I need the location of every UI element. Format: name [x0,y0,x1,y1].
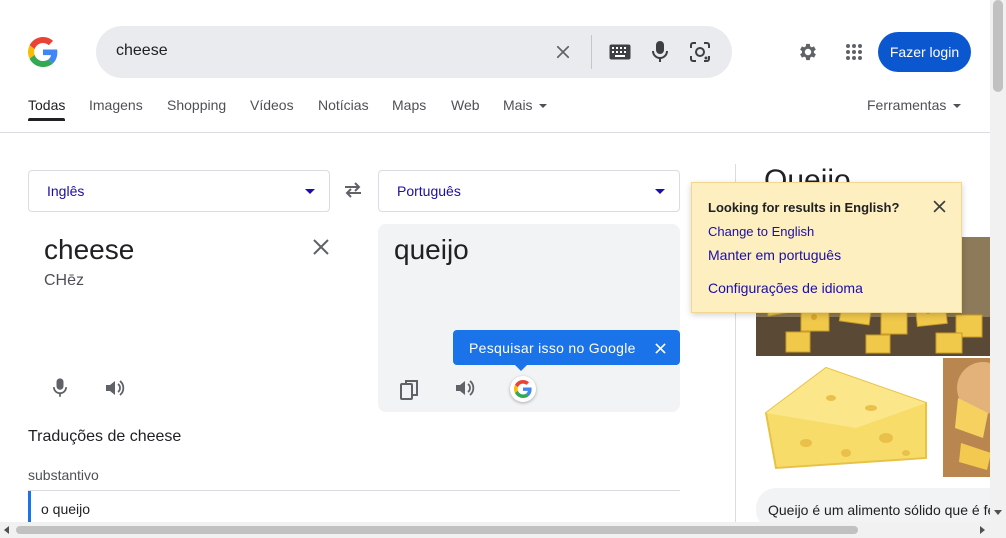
snippet-text: Queijo é um alimento sólido que é fe [768,502,996,518]
keyboard-icon[interactable] [608,40,632,64]
part-of-speech: substantivo [28,467,99,483]
tab-all[interactable]: Todas [28,97,65,113]
tooltip-text: Pesquisar isso no Google [469,340,636,356]
target-dropdown-caret-icon [655,189,665,194]
search-bar[interactable] [96,26,732,78]
search-on-google-tooltip[interactable]: Pesquisar isso no Google [453,330,680,365]
source-dropdown-caret-icon [305,189,315,194]
language-suggestion-popup: Looking for results in English? Change t… [691,182,962,313]
more-caret-icon [539,104,547,108]
tab-videos[interactable]: Vídeos [250,97,294,113]
login-button[interactable]: Fazer login [878,32,971,72]
swap-languages-icon[interactable] [341,180,365,200]
tab-maps[interactable]: Maps [392,97,426,113]
target-language-label: Português [397,183,461,199]
settings-gear-icon[interactable] [796,40,820,64]
tab-shopping[interactable]: Shopping [167,97,226,113]
horizontal-scrollbar-thumb[interactable] [16,526,858,534]
search-google-g-icon[interactable] [510,376,536,402]
swiss-cheese-wedge-image[interactable] [756,358,941,477]
source-text[interactable]: cheese [44,234,134,266]
search-input[interactable]: cheese [116,42,168,60]
apps-grid-icon[interactable] [845,43,863,61]
target-language-select[interactable]: Português [378,170,680,212]
source-language-label: Inglês [47,183,85,199]
search-tabs: Todas Imagens Shopping Vídeos Notícias M… [0,88,990,133]
pos-divider [28,490,680,491]
keep-portuguese-link[interactable]: Manter em português [708,247,841,263]
source-phonetic: CHēz [44,272,85,289]
cheese-board-image[interactable] [943,358,993,477]
microphone-icon[interactable] [649,40,671,64]
source-language-select[interactable]: Inglês [28,170,330,212]
tools-button[interactable]: Ferramentas [867,97,946,113]
clear-search-icon[interactable] [552,41,574,63]
popup-close-icon[interactable] [930,197,948,215]
scroll-down-arrow-icon[interactable] [994,510,1002,515]
scroll-left-arrow-icon[interactable] [4,526,9,534]
active-tab-indicator [28,118,65,121]
tooltip-arrow [514,364,528,371]
tab-news[interactable]: Notícias [318,97,369,113]
tools-caret-icon [953,104,961,108]
search-divider [591,35,592,69]
vertical-scrollbar-thumb[interactable] [993,0,1003,92]
google-logo[interactable] [28,37,58,67]
copy-icon[interactable] [398,378,420,402]
tab-web[interactable]: Web [451,97,480,113]
camera-lens-icon[interactable] [688,40,712,64]
source-microphone-icon[interactable] [50,377,70,399]
scroll-right-arrow-icon[interactable] [980,526,985,534]
tooltip-close-icon[interactable] [653,341,667,355]
tab-more[interactable]: Mais [503,97,533,113]
translations-heading: Traduções de cheese [28,428,182,445]
target-speaker-icon[interactable] [454,377,476,399]
translated-text: queijo [394,234,469,265]
translation-entry[interactable]: o queijo [41,501,90,517]
popup-title: Looking for results in English? [708,200,900,215]
source-speaker-icon[interactable] [104,377,126,399]
tab-images[interactable]: Imagens [89,97,143,113]
language-settings-link[interactable]: Configurações de idioma [708,280,863,296]
change-to-english-link[interactable]: Change to English [708,224,814,239]
clear-text-icon[interactable] [310,236,332,258]
